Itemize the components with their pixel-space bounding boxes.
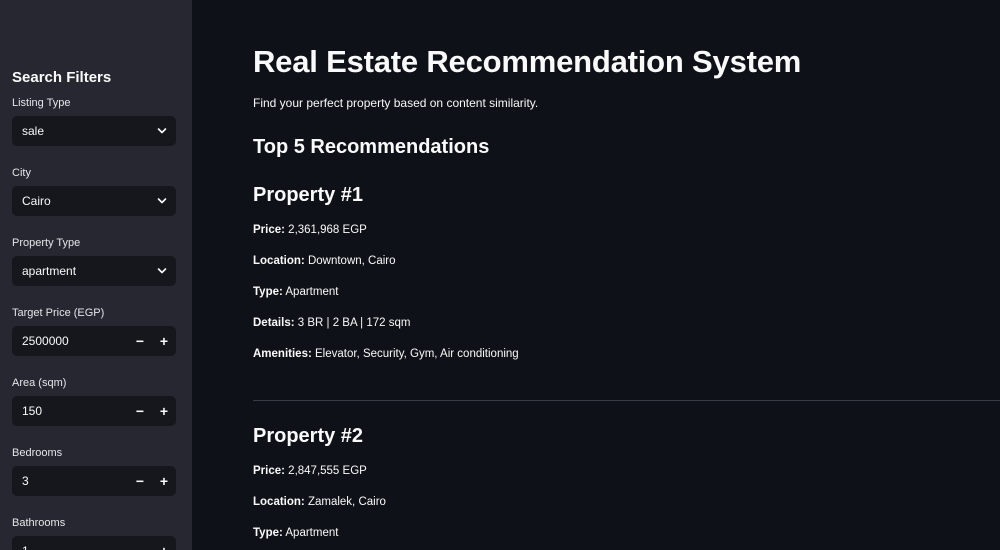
amenities-value: Elevator, Security, Gym, Air conditionin… [315, 348, 519, 360]
recommendations-heading: Top 5 Recommendations [253, 136, 490, 158]
city-field: City Cairo [12, 166, 176, 216]
amenities-label: Amenities: [253, 348, 312, 360]
bedrooms-input[interactable]: 3 − + [12, 466, 176, 496]
property-price: Price: 2,847,555 EGP [253, 463, 1000, 480]
listing-type-select[interactable]: sale [12, 116, 176, 146]
price-label: Price: [253, 465, 285, 477]
chevron-down-icon [148, 186, 176, 216]
area-field: Area (sqm) 150 − + [12, 376, 176, 426]
type-value: Apartment [285, 527, 339, 539]
bathrooms-value[interactable]: 1 [22, 544, 128, 550]
bedrooms-label: Bedrooms [12, 447, 63, 459]
property-details: Details: 3 BR | 2 BA | 172 sqm [253, 315, 1000, 332]
area-input[interactable]: 150 − + [12, 396, 176, 426]
type-value: Apartment [285, 286, 339, 298]
listing-type-value: sale [22, 124, 45, 138]
property-amenities: Amenities: Elevator, Security, Gym, Air … [253, 346, 1000, 363]
price-value: 2,847,555 EGP [288, 465, 367, 477]
sidebar-title: Search Filters [12, 69, 112, 86]
target-price-label: Target Price (EGP) [12, 307, 105, 319]
location-value: Zamalek, Cairo [307, 496, 386, 508]
bathrooms-input[interactable]: 1 − + [12, 536, 176, 550]
chevron-down-icon [148, 116, 176, 146]
price-label: Price: [253, 224, 285, 236]
divider [253, 400, 1000, 401]
property-title: Property #1 [253, 184, 364, 206]
sidebar: Search Filters Listing Type sale City Ca… [0, 0, 192, 550]
property-title: Property #2 [253, 425, 364, 447]
target-price-field: Target Price (EGP) 2500000 − + [12, 306, 176, 356]
city-value: Cairo [22, 194, 51, 208]
property-type-value: apartment [22, 264, 77, 278]
target-price-increment-button[interactable]: + [152, 326, 176, 356]
location-label: Location: [253, 496, 305, 508]
target-price-value[interactable]: 2500000 [22, 334, 128, 348]
property-location: Location: Downtown, Cairo [253, 253, 1000, 270]
main-content: Real Estate Recommendation System Find y… [192, 0, 1000, 550]
location-label: Location: [253, 255, 305, 267]
property-type: Type: Apartment [253, 525, 1000, 542]
property-location: Location: Zamalek, Cairo [253, 494, 1000, 511]
target-price-input[interactable]: 2500000 − + [12, 326, 176, 356]
price-value: 2,361,968 EGP [288, 224, 367, 236]
target-price-decrement-button[interactable]: − [128, 326, 152, 356]
type-label: Type: [253, 527, 283, 539]
type-label: Type: [253, 286, 283, 298]
location-value: Downtown, Cairo [307, 255, 396, 267]
bathrooms-label: Bathrooms [12, 517, 66, 529]
bedrooms-value[interactable]: 3 [22, 474, 128, 488]
details-label: Details: [253, 317, 295, 329]
listing-type-field: Listing Type sale [12, 96, 176, 146]
bathrooms-decrement-button[interactable]: − [128, 536, 152, 550]
area-label: Area (sqm) [12, 377, 67, 389]
city-label: City [12, 167, 31, 179]
property-price: Price: 2,361,968 EGP [253, 222, 1000, 239]
area-value[interactable]: 150 [22, 404, 128, 418]
page-subtitle: Find your perfect property based on cont… [253, 96, 539, 110]
property-card: Property #1 Price: 2,361,968 EGP Locatio… [253, 182, 1000, 363]
bedrooms-increment-button[interactable]: + [152, 466, 176, 496]
bedrooms-decrement-button[interactable]: − [128, 466, 152, 496]
property-type-field: Property Type apartment [12, 236, 176, 286]
details-value: 3 BR | 2 BA | 172 sqm [297, 317, 411, 329]
area-increment-button[interactable]: + [152, 396, 176, 426]
bedrooms-field: Bedrooms 3 − + [12, 446, 176, 496]
city-select[interactable]: Cairo [12, 186, 176, 216]
app-root: Search Filters Listing Type sale City Ca… [0, 0, 1000, 550]
listing-type-label: Listing Type [12, 97, 71, 109]
page-title: Real Estate Recommendation System [253, 44, 802, 79]
bathrooms-increment-button[interactable]: + [152, 536, 176, 550]
property-card: Property #2 Price: 2,847,555 EGP Locatio… [253, 423, 1000, 542]
property-type-select[interactable]: apartment [12, 256, 176, 286]
bathrooms-field: Bathrooms 1 − + [12, 516, 176, 550]
property-type-label: Property Type [12, 237, 81, 249]
property-type: Type: Apartment [253, 284, 1000, 301]
area-decrement-button[interactable]: − [128, 396, 152, 426]
chevron-down-icon [148, 256, 176, 286]
